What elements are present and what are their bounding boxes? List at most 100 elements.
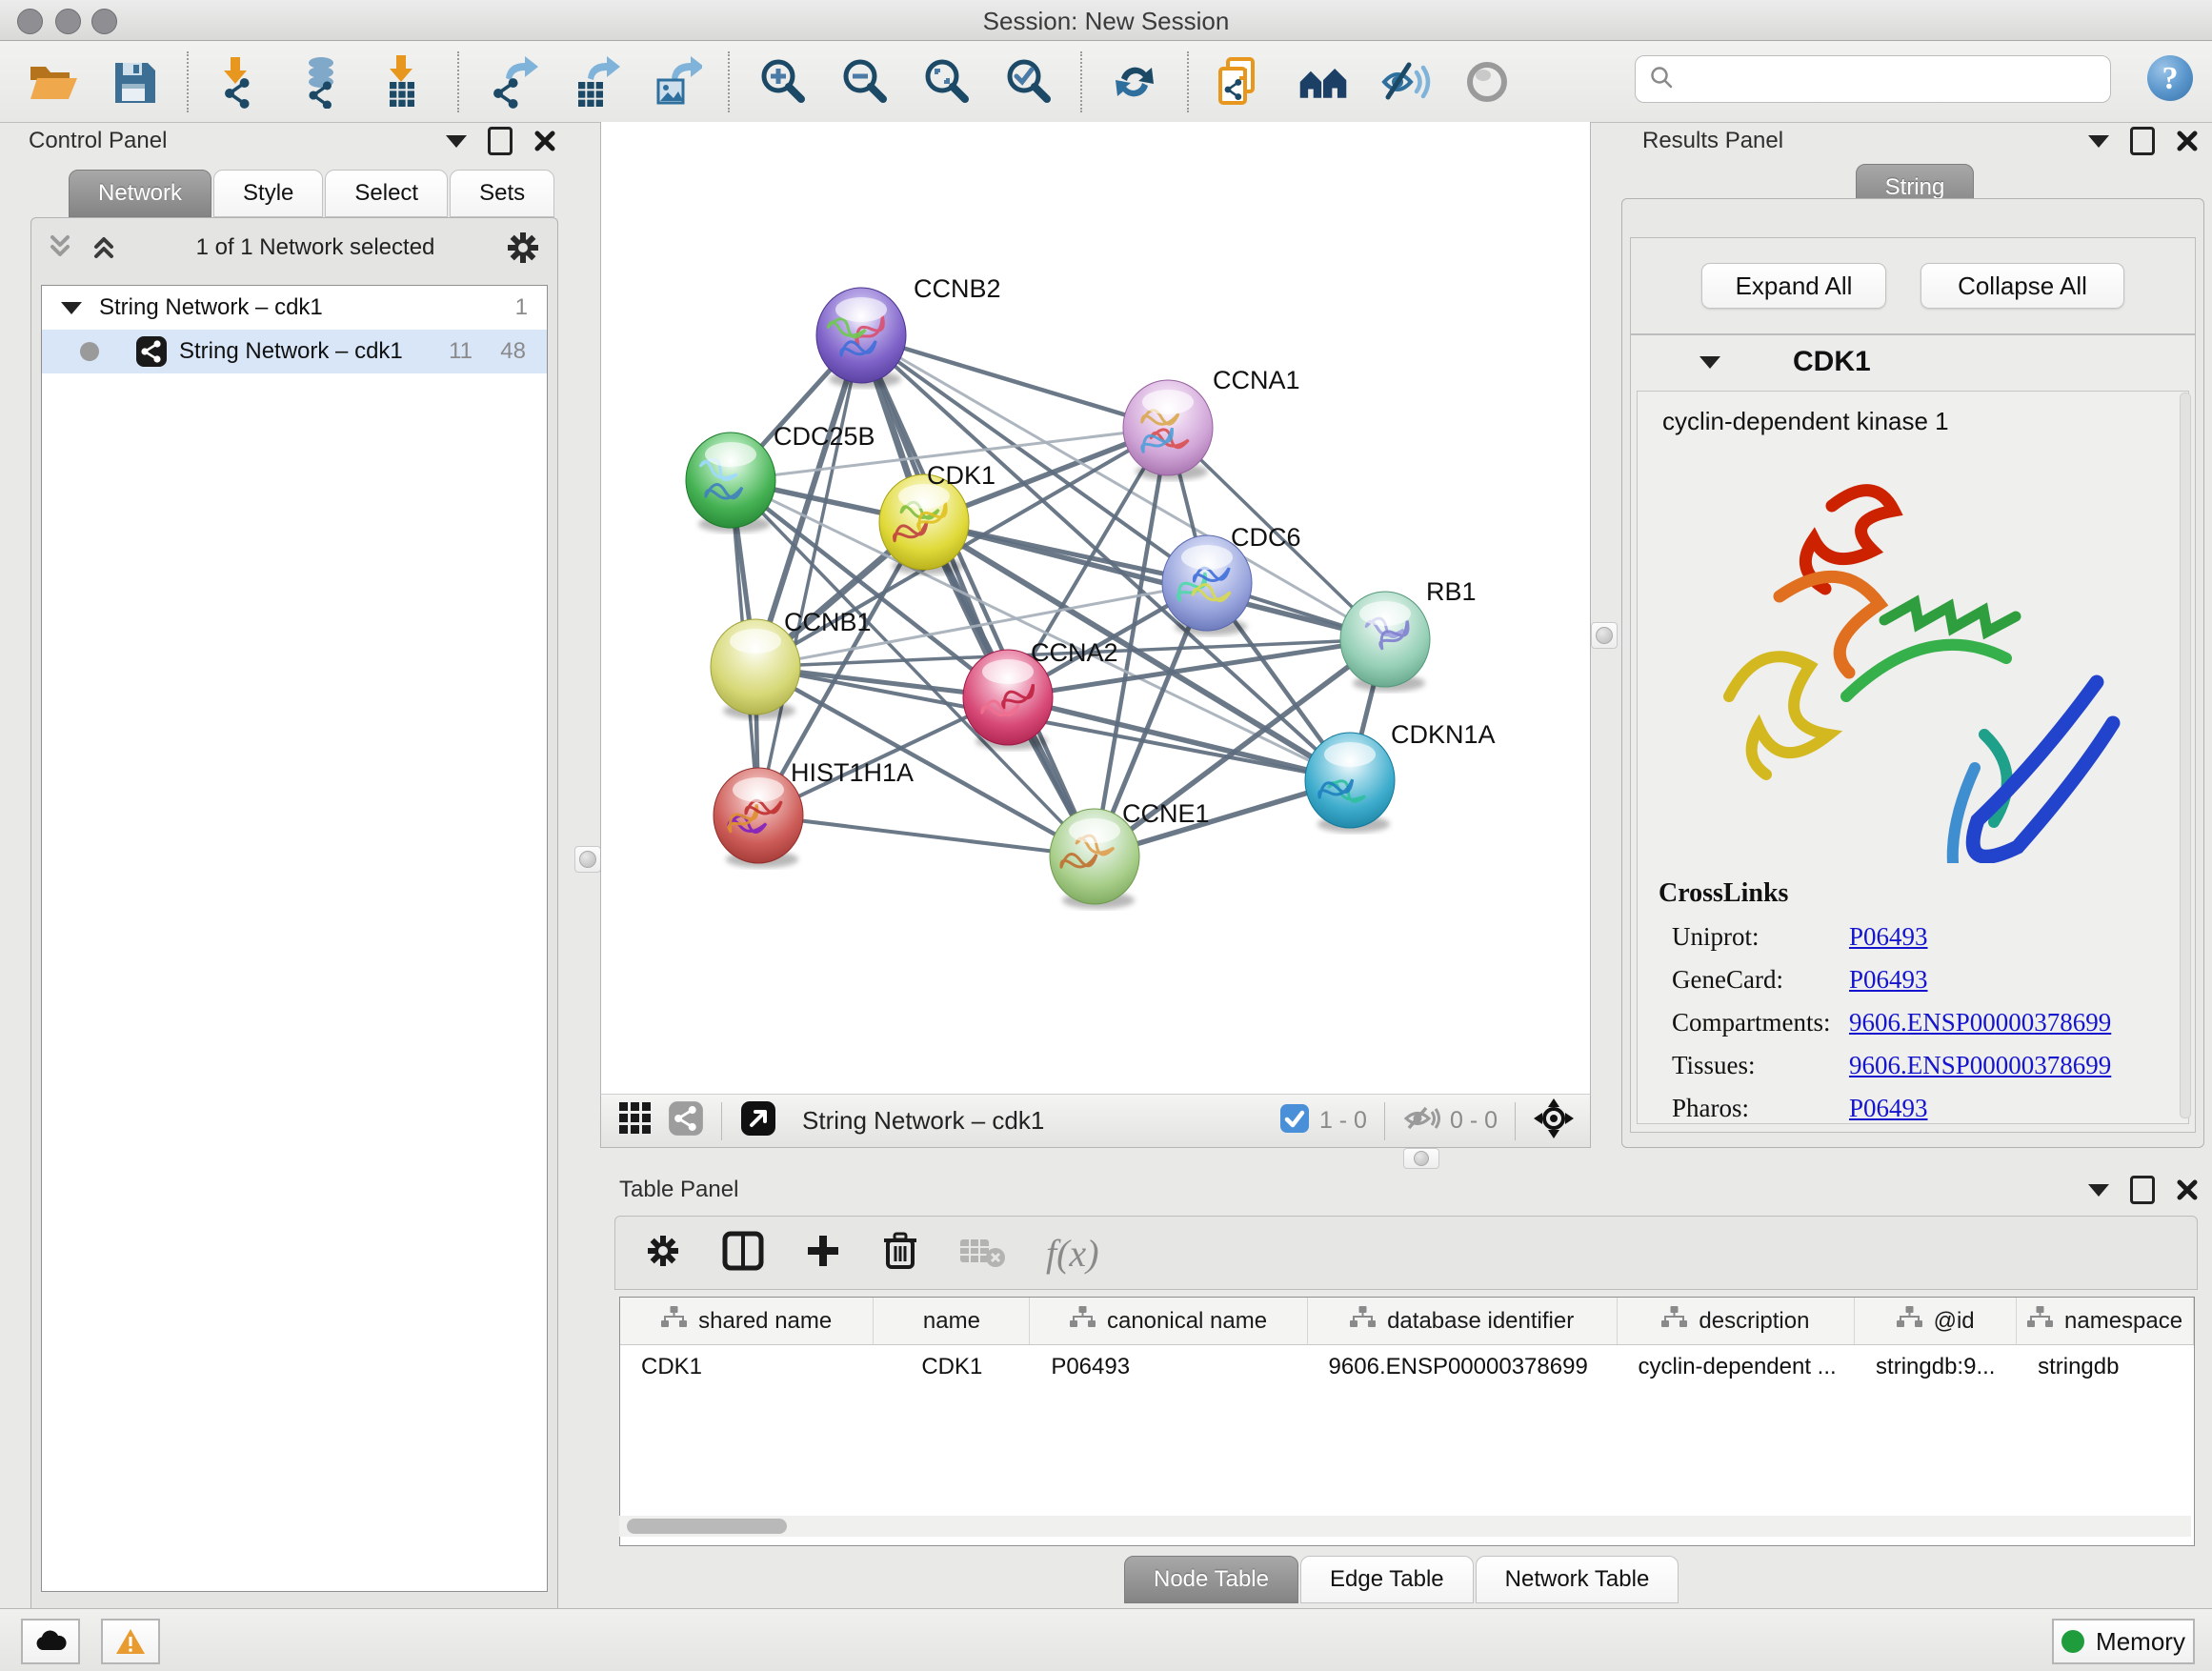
control-panel-float-icon[interactable]: [488, 127, 513, 155]
network-view-toolbar: String Network – cdk1 1 - 0 0 - 0: [600, 1094, 1591, 1148]
network-collection-row[interactable]: String Network – cdk1 1: [42, 286, 547, 330]
table-row[interactable]: CDK1CDK1P064939606.ENSP00000378699cyclin…: [620, 1345, 2194, 1388]
edge-ccnb2-hist1h1a[interactable]: [758, 335, 861, 815]
control-panel-menu-icon[interactable]: [446, 135, 467, 148]
open-session-icon[interactable]: [26, 55, 79, 109]
birdseye-grid-icon[interactable]: [618, 1101, 653, 1140]
collection-expand-icon[interactable]: [61, 302, 82, 314]
refresh-icon[interactable]: [1108, 55, 1161, 109]
add-column-icon[interactable]: [804, 1232, 842, 1275]
selected-checkbox-icon[interactable]: [1279, 1103, 1310, 1138]
edge-ccnb2-ccna1[interactable]: [861, 335, 1168, 428]
expand-all-button[interactable]: Expand All: [1701, 263, 1886, 309]
search-field[interactable]: [1635, 55, 2111, 103]
network-canvas[interactable]: CCNB2 CCNA1 CDC25B CDK1 CDC6: [600, 122, 1591, 1094]
import-table-icon[interactable]: [378, 55, 432, 109]
tab-node-table[interactable]: Node Table: [1124, 1556, 1298, 1603]
table-options-gear-icon[interactable]: [644, 1232, 682, 1275]
table-panel-close-icon[interactable]: [2176, 1178, 2199, 1201]
left-splitter-handle[interactable]: [574, 846, 601, 873]
node-table[interactable]: shared namenamecanonical namedatabase id…: [619, 1297, 2195, 1546]
cell-description[interactable]: cyclin-dependent ...: [1618, 1345, 1856, 1388]
crosslink-link[interactable]: P06493: [1849, 922, 1928, 951]
memory-button[interactable]: Memory: [2052, 1619, 2195, 1664]
search-input[interactable]: [1683, 65, 2110, 93]
collapse-all-icon[interactable]: [47, 232, 83, 264]
column-header-@id[interactable]: @id: [1855, 1298, 2017, 1344]
node-ccna1[interactable]: [1123, 380, 1213, 480]
edge-hist1h1a-ccne1[interactable]: [758, 815, 1095, 856]
column-header-database-identifier[interactable]: database identifier: [1308, 1298, 1618, 1344]
string-network-graph[interactable]: CCNB2 CCNA1 CDC25B CDK1 CDC6: [601, 122, 1590, 1094]
cell-shared-name[interactable]: CDK1: [620, 1345, 874, 1388]
cloud-button[interactable]: [21, 1619, 80, 1664]
network-status-dot-icon: [80, 342, 99, 361]
table-panel-menu-icon[interactable]: [2088, 1184, 2109, 1197]
export-network-icon[interactable]: [485, 55, 538, 109]
network-tree: String Network – cdk1 1 String Network –…: [41, 285, 548, 1592]
show-all-icon[interactable]: [1460, 55, 1514, 109]
node-cdkn1a[interactable]: [1305, 733, 1395, 833]
column-header-name[interactable]: name: [874, 1298, 1030, 1344]
export-image-icon[interactable]: [649, 55, 702, 109]
tab-select[interactable]: Select: [325, 170, 448, 217]
column-header-shared-name[interactable]: shared name: [620, 1298, 874, 1344]
crosslink-link[interactable]: 9606.ENSP00000378699: [1849, 1051, 2111, 1079]
entry-collapse-icon[interactable]: [1699, 356, 1720, 369]
string-home-icon[interactable]: [1297, 55, 1350, 109]
node-rb1[interactable]: [1340, 592, 1430, 692]
node-hist1h1a[interactable]: [714, 768, 803, 868]
expand-all-icon[interactable]: [90, 232, 127, 264]
help-icon[interactable]: ?: [2145, 53, 2195, 108]
shared-column-icon: [661, 1306, 687, 1336]
tab-sets[interactable]: Sets: [450, 170, 554, 217]
import-network-icon[interactable]: [214, 55, 268, 109]
network-row[interactable]: String Network – cdk1 11 48: [42, 330, 547, 373]
column-header-namespace[interactable]: namespace: [2017, 1298, 2194, 1344]
import-database-icon[interactable]: [296, 55, 350, 109]
table-panel-float-icon[interactable]: [2130, 1176, 2155, 1204]
warning-icon: [114, 1627, 147, 1656]
results-panel-menu-icon[interactable]: [2088, 135, 2109, 148]
zoom-in-icon[interactable]: [755, 55, 809, 109]
zoom-out-icon[interactable]: [837, 55, 891, 109]
save-session-icon[interactable]: [108, 55, 161, 109]
cell-name[interactable]: CDK1: [874, 1345, 1030, 1388]
open-in-browser-icon[interactable]: [739, 1099, 777, 1142]
results-panel-close-icon[interactable]: [2176, 130, 2199, 152]
results-scrollbar[interactable]: [2180, 393, 2191, 1118]
show-columns-icon[interactable]: [722, 1231, 764, 1276]
duplicate-network-icon[interactable]: [1215, 55, 1268, 109]
network-options-gear-icon[interactable]: [504, 229, 542, 267]
cell-namespace[interactable]: stringdb: [2017, 1345, 2194, 1388]
tab-style[interactable]: Style: [213, 170, 323, 217]
cell-database-identifier[interactable]: 9606.ENSP00000378699: [1308, 1345, 1618, 1388]
column-header-canonical-name[interactable]: canonical name: [1030, 1298, 1307, 1344]
tab-network-table[interactable]: Network Table: [1476, 1556, 1679, 1603]
warning-button[interactable]: [101, 1619, 160, 1664]
crosslink-link[interactable]: P06493: [1849, 1094, 1928, 1122]
collapse-all-button[interactable]: Collapse All: [1920, 263, 2124, 309]
hide-selected-icon[interactable]: [1378, 55, 1432, 109]
zoom-selected-icon[interactable]: [1001, 55, 1055, 109]
delete-column-trash-icon[interactable]: [882, 1231, 918, 1276]
table-hscroll-thumb[interactable]: [627, 1519, 787, 1534]
search-icon: [1649, 65, 1674, 94]
bottom-splitter-handle[interactable]: [1403, 1148, 1439, 1169]
cell-canonical-name[interactable]: P06493: [1030, 1345, 1307, 1388]
tab-edge-table[interactable]: Edge Table: [1300, 1556, 1474, 1603]
results-panel-float-icon[interactable]: [2130, 127, 2155, 155]
crosslink-link[interactable]: P06493: [1849, 965, 1928, 994]
table-hscrollbar[interactable]: [619, 1516, 2191, 1537]
export-table-icon[interactable]: [567, 55, 620, 109]
string-panel-icon[interactable]: [668, 1100, 704, 1141]
crosslink-link[interactable]: 9606.ENSP00000378699: [1849, 1008, 2111, 1037]
tab-network[interactable]: Network: [69, 170, 211, 217]
column-header-description[interactable]: description: [1618, 1298, 1855, 1344]
zoom-fit-icon[interactable]: [919, 55, 973, 109]
control-panel-close-icon[interactable]: [533, 130, 556, 152]
fit-selected-crosshair-icon[interactable]: [1533, 1097, 1575, 1144]
node-cdc25b[interactable]: [686, 433, 775, 533]
right-splitter-handle[interactable]: [1591, 622, 1618, 649]
cell-@id[interactable]: stringdb:9...: [1855, 1345, 2017, 1388]
